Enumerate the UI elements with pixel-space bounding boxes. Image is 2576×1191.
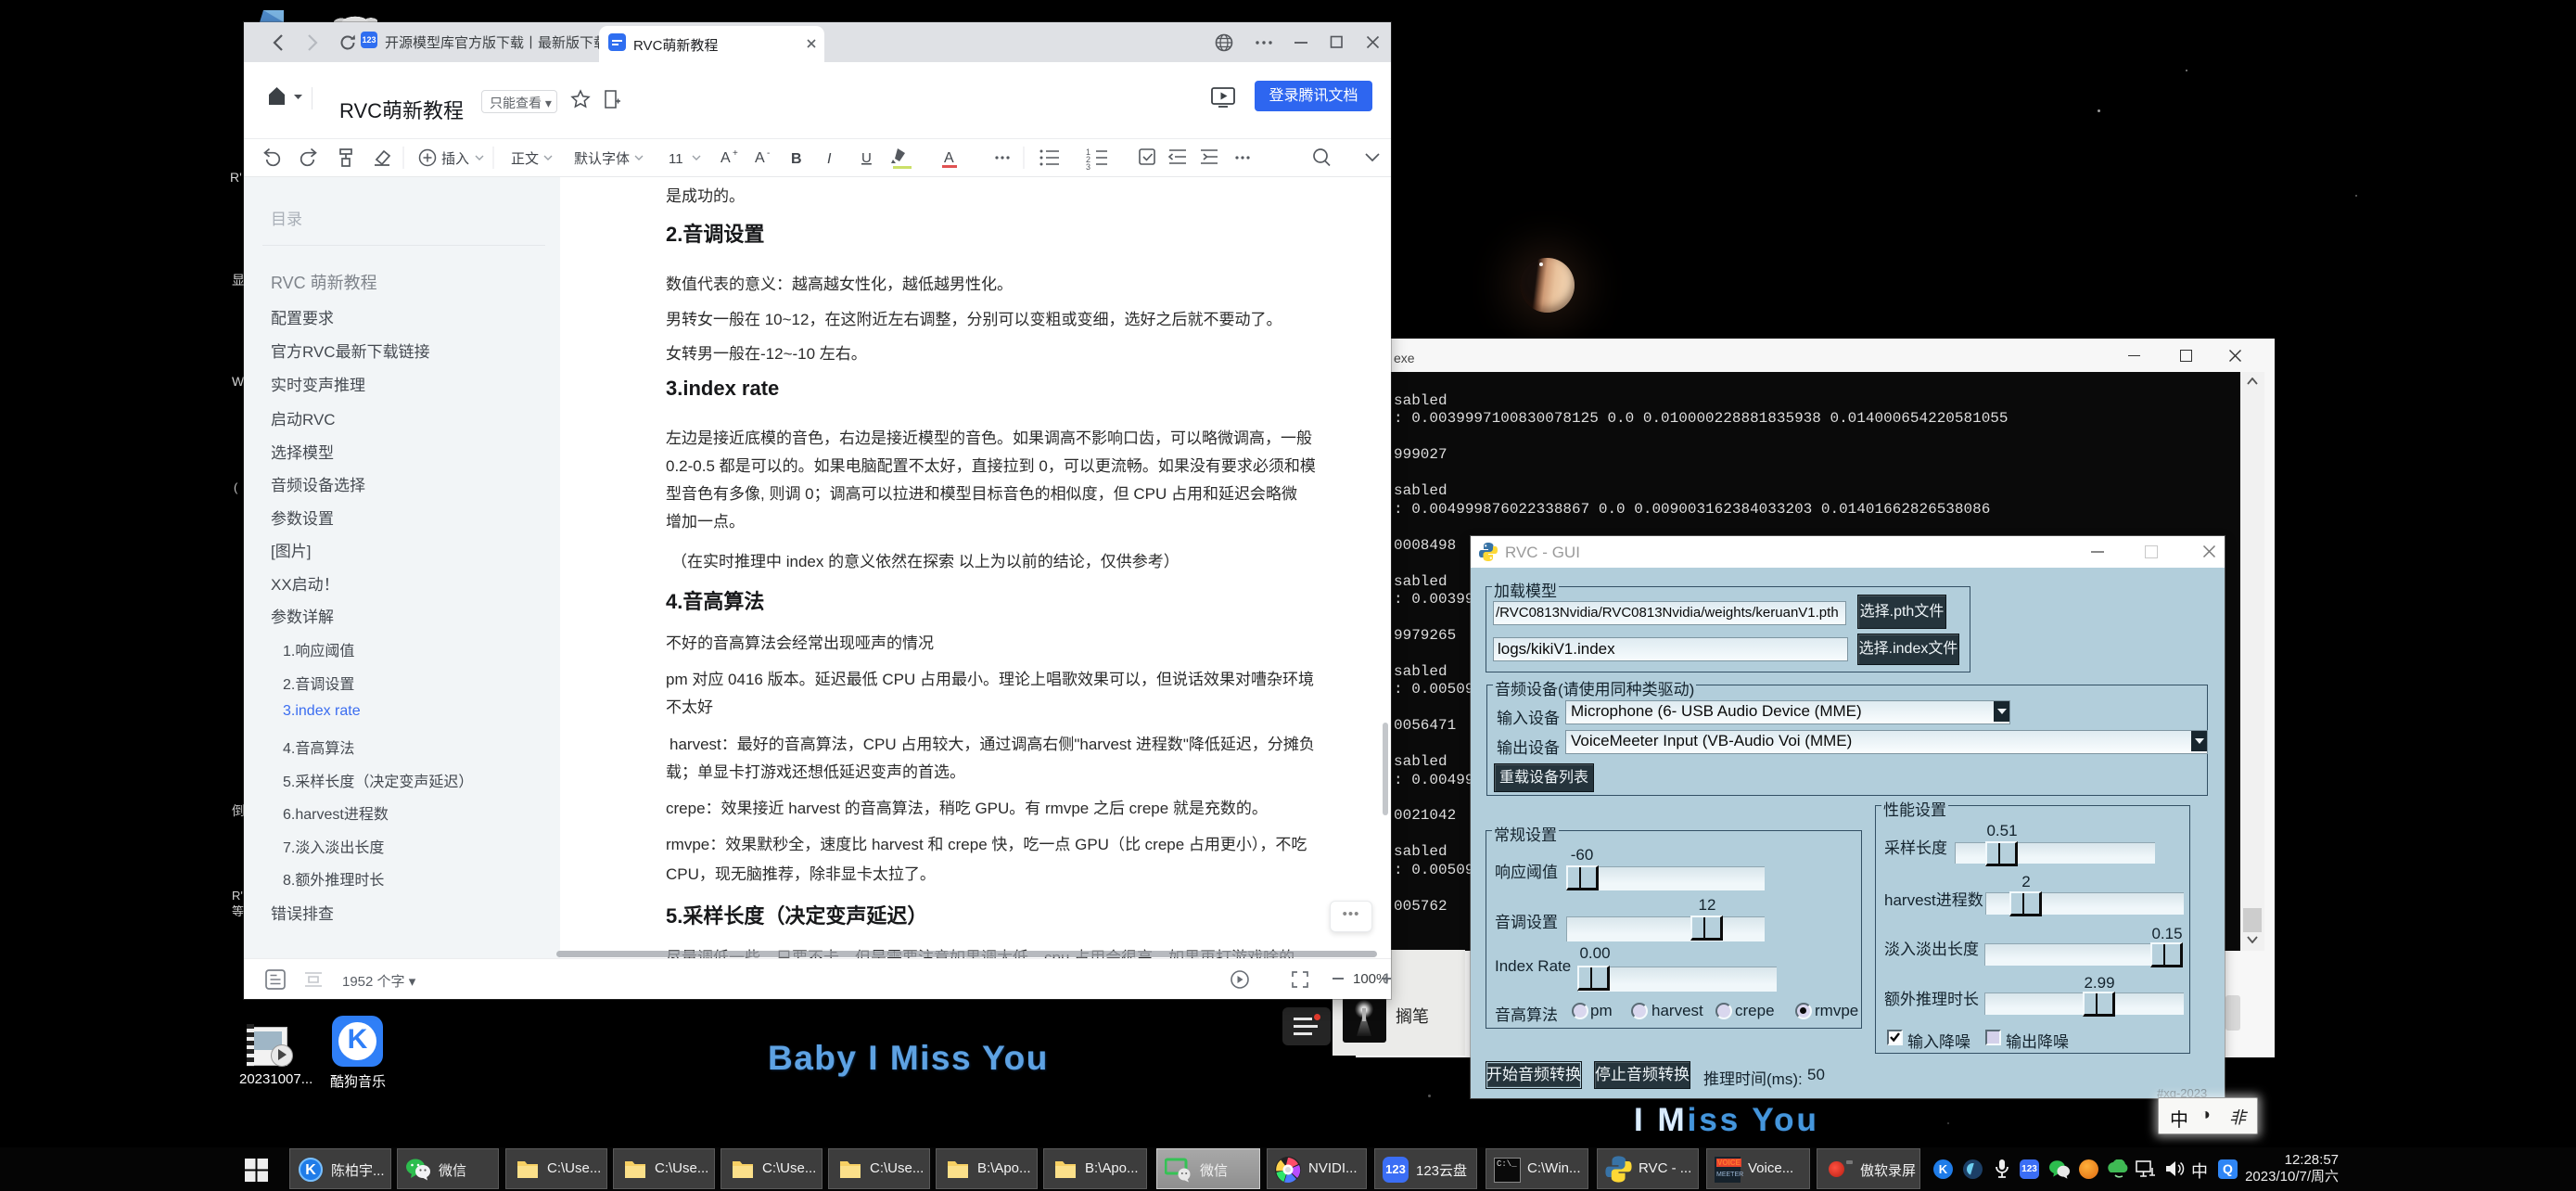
svg-text:11: 11 xyxy=(669,151,683,167)
svg-text:A: A xyxy=(755,150,765,166)
svg-text:A: A xyxy=(721,150,731,166)
svg-text:+: + xyxy=(733,148,738,159)
svg-text:正文: 正文 xyxy=(511,151,539,167)
svg-text:默认字体: 默认字体 xyxy=(574,151,630,167)
svg-text:B: B xyxy=(791,151,802,167)
svg-text:A: A xyxy=(944,150,954,166)
svg-text:3: 3 xyxy=(1086,162,1090,172)
svg-text:U: U xyxy=(861,150,872,166)
svg-text:-: - xyxy=(767,148,770,159)
svg-text:I: I xyxy=(827,151,832,167)
svg-text:插入: 插入 xyxy=(441,151,469,167)
